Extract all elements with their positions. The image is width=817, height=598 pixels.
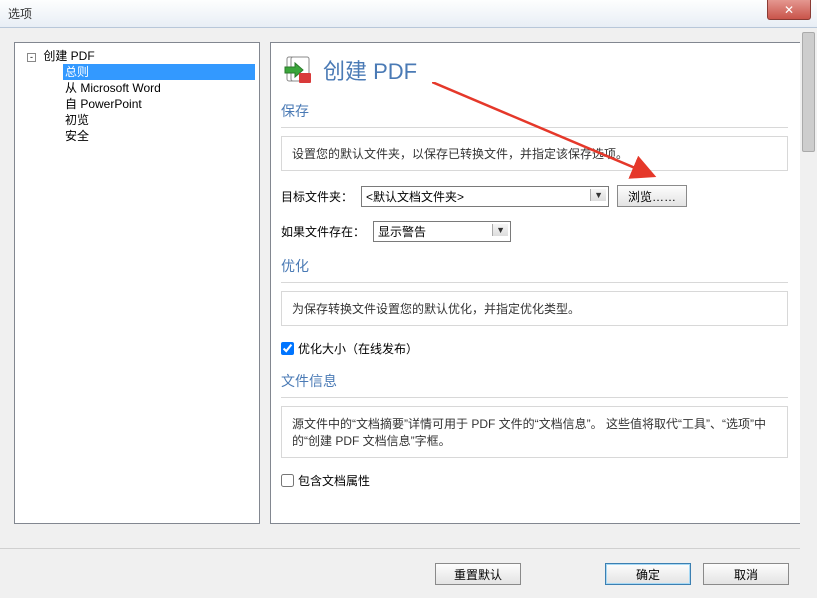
save-section-title: 保存 (281, 101, 788, 121)
window-title: 选项 (8, 5, 32, 22)
optimize-size-checkbox[interactable] (281, 342, 294, 355)
create-pdf-icon (281, 53, 315, 87)
fileinfo-section-title: 文件信息 (281, 371, 788, 391)
optimize-size-label: 优化大小（在线发布） (298, 340, 418, 357)
browse-button[interactable]: 浏览…… (617, 185, 687, 207)
fileinfo-description: 源文件中的“文档摘要”详情可用于 PDF 文件的“文档信息”。 这些值将取代“工… (281, 406, 788, 458)
tree-item-general[interactable]: 总则 (63, 64, 255, 80)
target-folder-row: 目标文件夹： 浏览…… (281, 185, 788, 207)
content-panel: 创建 PDF 保存 设置您的默认文件夹，以保存已转换文件，并指定该保存选项。 目… (270, 42, 803, 524)
ok-button[interactable]: 确定 (605, 563, 691, 585)
button-bar: 重置默认 确定 取消 (0, 548, 817, 598)
cancel-button[interactable]: 取消 (703, 563, 789, 585)
tree-root-label[interactable]: 创建 PDF (43, 49, 94, 63)
optimize-section: 优化 为保存转换文件设置您的默认优化，并指定优化类型。 优化大小（在线发布） (281, 256, 788, 357)
tree-toggle-icon[interactable]: - (27, 53, 36, 62)
save-description: 设置您的默认文件夹，以保存已转换文件，并指定该保存选项。 (281, 136, 788, 171)
outer-scrollbar-thumb[interactable] (802, 32, 815, 152)
page-header: 创建 PDF (281, 53, 788, 87)
page-title: 创建 PDF (323, 54, 417, 86)
tree-item-preview[interactable]: 初览 (63, 112, 255, 128)
file-exists-select[interactable] (373, 221, 511, 242)
outer-scrollbar[interactable] (800, 28, 817, 598)
divider (281, 127, 788, 128)
optimize-description: 为保存转换文件设置您的默认优化，并指定优化类型。 (281, 291, 788, 326)
include-props-checkbox[interactable] (281, 474, 294, 487)
file-exists-row: 如果文件存在： (281, 221, 788, 242)
divider (281, 397, 788, 398)
tree-item-word[interactable]: 从 Microsoft Word (63, 80, 255, 96)
reset-defaults-button[interactable]: 重置默认 (435, 563, 521, 585)
titlebar: 选项 ✕ (0, 0, 817, 28)
tree-root: - 创建 PDF 总则 从 Microsoft Word 自 PowerPoin… (19, 47, 255, 144)
target-folder-label: 目标文件夹： (281, 188, 353, 205)
tree-children: 总则 从 Microsoft Word 自 PowerPoint 初览 安全 (27, 64, 255, 144)
tree-item-powerpoint[interactable]: 自 PowerPoint (63, 96, 255, 112)
target-folder-select[interactable] (361, 186, 609, 207)
optimize-section-title: 优化 (281, 256, 788, 276)
main-area: - 创建 PDF 总则 从 Microsoft Word 自 PowerPoin… (0, 28, 817, 538)
save-section: 保存 设置您的默认文件夹，以保存已转换文件，并指定该保存选项。 目标文件夹： 浏… (281, 101, 788, 242)
tree-item-security[interactable]: 安全 (63, 128, 255, 144)
file-exists-label: 如果文件存在： (281, 223, 365, 240)
fileinfo-section: 文件信息 源文件中的“文档摘要”详情可用于 PDF 文件的“文档信息”。 这些值… (281, 371, 788, 489)
close-icon: ✕ (784, 3, 794, 17)
divider (281, 282, 788, 283)
include-props-checkbox-row[interactable]: 包含文档属性 (281, 472, 788, 489)
optimize-size-checkbox-row[interactable]: 优化大小（在线发布） (281, 340, 788, 357)
close-button[interactable]: ✕ (767, 0, 811, 20)
tree-panel: - 创建 PDF 总则 从 Microsoft Word 自 PowerPoin… (14, 42, 260, 524)
include-props-label: 包含文档属性 (298, 472, 370, 489)
